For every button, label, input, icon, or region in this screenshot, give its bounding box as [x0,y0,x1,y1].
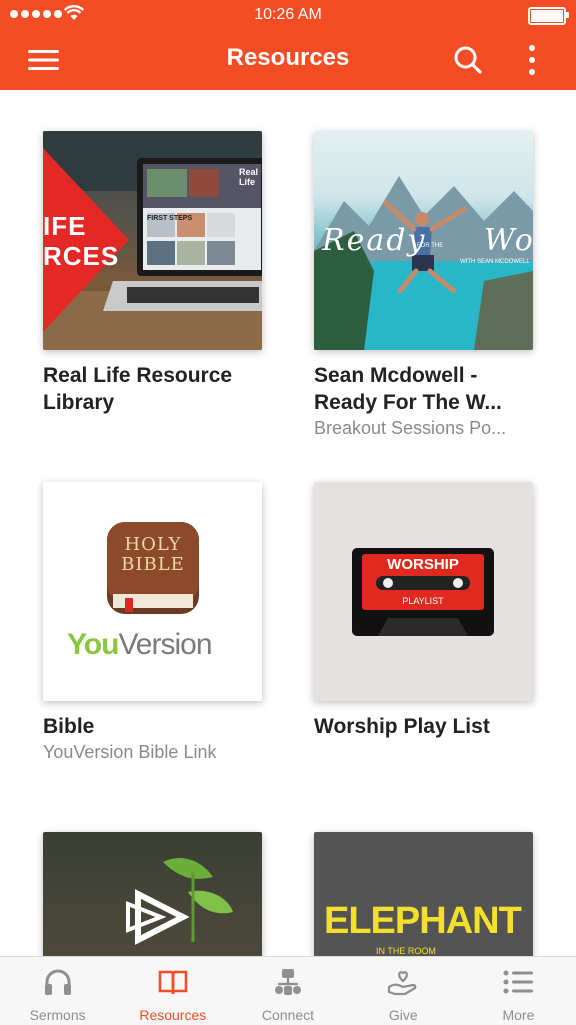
resource-subtitle: Breakout Sessions Po... [314,418,507,438]
resource-thumbnail: WORSHIP PLAYLIST [314,482,533,701]
screen-title: Real Life [239,167,259,187]
script-title: Ready World [322,223,533,258]
resource-title: Worship Play List [314,715,490,738]
headphones-icon [44,969,71,995]
tab-give[interactable]: Give [346,957,461,1025]
screen-label: FIRST STEPS [147,215,193,222]
resource-card[interactable] [43,832,263,956]
top-bar: 10:26 AM Resources [0,0,576,90]
tab-label: Give [388,1007,418,1023]
youversion-logo: YouVersion [67,628,213,661]
tab-bar: Sermons Resources Connect Give More [0,956,576,1025]
small-text: FOR THE [417,243,444,249]
tab-sermons[interactable]: Sermons [0,957,115,1025]
book-text-holy: HOLY [124,534,182,555]
resources-grid: IFE RCES Real Life FIRST STEPS Real Life… [0,90,576,956]
status-time: 10:26 AM [254,6,322,23]
resource-card[interactable]: WORSHIP PLAYLIST Worship Play List [314,482,534,740]
resource-subtitle: YouVersion Bible Link [43,742,217,762]
connect-icon [275,969,301,995]
resource-thumbnail: HOLY BIBLE YouVersion [43,482,262,701]
tab-label: Sermons [29,1007,86,1023]
resource-thumbnail: ELEPHANT IN THE ROOM [314,832,533,956]
tab-label: Resources [139,1007,207,1023]
cassette-label-bottom: PLAYLIST [402,596,444,606]
tab-label: More [502,1007,535,1023]
page-title: Resources [226,44,350,71]
resource-card[interactable]: HOLY BIBLE YouVersion Bible YouVersion B… [43,482,263,763]
tab-label: Connect [261,1007,315,1023]
cassette-label-top: WORSHIP [387,556,459,573]
overlay-text: IFE RCES [43,211,120,271]
book-icon [158,970,188,995]
resource-title: Bible [43,715,95,738]
tab-connect[interactable]: Connect [230,957,345,1025]
more-vertical-icon[interactable] [512,40,552,80]
elephant-subtitle: IN THE ROOM [376,946,436,956]
resource-thumbnail: Ready World FOR THE WITH SEAN MCDOWELL [314,131,533,350]
credit-text: WITH SEAN MCDOWELL [460,259,530,265]
tab-resources[interactable]: Resources [115,957,230,1025]
nav-bar: Resources [0,30,576,90]
resource-title: Real Life Resource Library [43,364,233,414]
resource-thumbnail: IFE RCES Real Life FIRST STEPS [43,131,262,350]
resource-card[interactable]: Ready World FOR THE WITH SEAN MCDOWELL S… [314,131,534,439]
book-text-bible: BIBLE [121,554,185,575]
tab-more[interactable]: More [461,957,576,1025]
elephant-title: ELEPHANT [324,900,522,942]
battery-icon [528,7,569,25]
search-icon[interactable] [448,40,488,80]
status-bar: 10:26 AM [0,0,576,30]
resource-card[interactable]: ELEPHANT IN THE ROOM [314,832,534,956]
resource-title: Sean Mcdowell - Ready For The W... [314,364,502,414]
resource-thumbnail [43,832,262,956]
resource-card[interactable]: IFE RCES Real Life FIRST STEPS Real Life… [43,131,263,416]
list-icon [503,970,534,994]
give-icon [388,971,417,996]
